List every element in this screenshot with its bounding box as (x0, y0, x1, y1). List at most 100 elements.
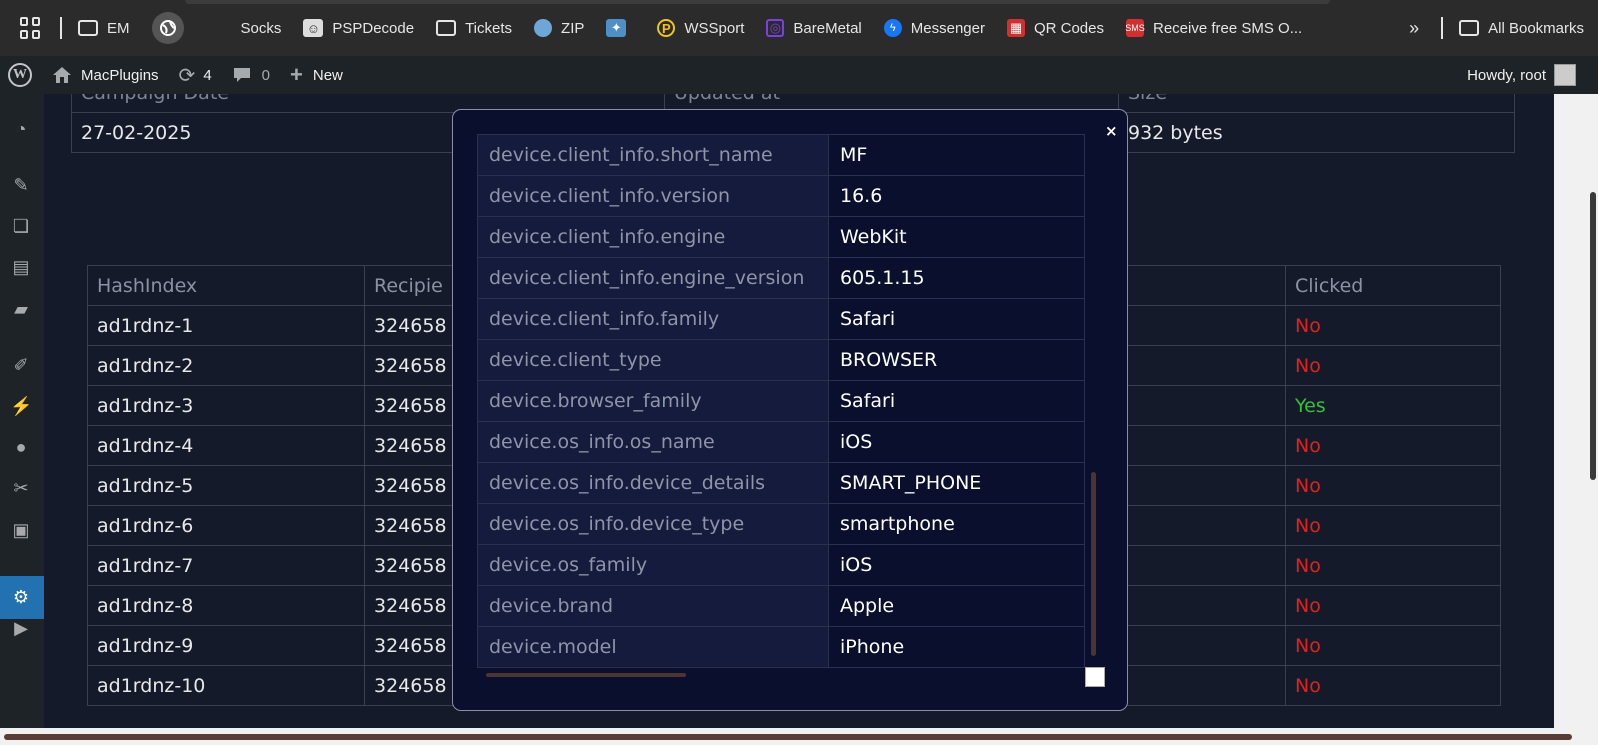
value-cell: iPhone (828, 626, 1085, 668)
folder-icon (1459, 20, 1480, 36)
globe-icon (151, 12, 184, 44)
bookmark-em[interactable]: EM (78, 20, 130, 37)
modal-horizontal-scrollbar[interactable] (486, 673, 686, 677)
key-cell: device.model (477, 626, 829, 668)
settings-sliders-icon[interactable]: ▣ (10, 519, 32, 541)
clicked-cell: No (1285, 505, 1501, 546)
modal-scroll-area[interactable]: device.client_info.short_name MF device.c… (477, 134, 1085, 674)
wordpress-logo-icon[interactable]: W (8, 63, 32, 87)
admin-sidebar: ◔ ✎ ❏ ▤ ▰ ✐ ⚡ ● ✂ ▣ ⚙ ▶ (0, 94, 44, 734)
pages-icon[interactable]: ▤ (10, 256, 32, 278)
hash-cell: ad1rdnz-9 (87, 625, 365, 666)
bookmark-pspdecode[interactable]: ☺ PSPDecode (303, 19, 414, 37)
new-label: New (312, 66, 343, 84)
table-row: device.client_info.version 16.6 (477, 175, 1085, 217)
bookmark-label: Receive free SMS O... (1153, 19, 1303, 37)
socks-icon (212, 19, 232, 37)
bookmark-qr-codes[interactable]: ▦ QR Codes (1006, 19, 1104, 37)
value-cell: smartphone (828, 503, 1085, 545)
site-name: MacPlugins (81, 66, 159, 84)
media-icon[interactable]: ❏ (10, 215, 32, 237)
bookmark-label: BareMetal (793, 19, 862, 37)
bookmark-messenger[interactable]: ϟ Messenger (883, 19, 985, 37)
appearance-icon[interactable]: ✐ (10, 354, 32, 376)
wssport-icon: P (657, 19, 676, 37)
comments-link[interactable]: 0 (232, 66, 270, 84)
table-row: device.os_info.os_name iOS (477, 421, 1085, 463)
clicked-cell: No (1285, 345, 1501, 386)
hash-cell: ad1rdnz-6 (87, 505, 365, 546)
key-cell: device.client_info.family (477, 298, 829, 340)
table-row: device.os_info.device_details SMART_PHONE (477, 462, 1085, 504)
scrollbar-thumb[interactable] (1590, 192, 1596, 480)
key-cell: device.client_type (477, 339, 829, 381)
posts-pin-icon[interactable]: ✎ (10, 174, 32, 196)
value-cell: SMART_PHONE (828, 462, 1085, 504)
key-cell: device.os_family (477, 544, 829, 586)
all-bookmarks-button[interactable]: All Bookmarks (1459, 20, 1584, 37)
folder-icon (78, 20, 98, 36)
messenger-icon: ϟ (883, 19, 902, 37)
key-cell: device.os_info.os_name (477, 421, 829, 463)
clicked-cell: No (1285, 305, 1501, 346)
apps-grid-icon[interactable] (20, 17, 42, 39)
value-cell: WebKit (828, 216, 1085, 258)
close-icon[interactable]: × (1105, 122, 1118, 140)
bookmark-label: EM (107, 19, 130, 37)
hash-cell: ad1rdnz-4 (87, 425, 365, 466)
key-cell: device.browser_family (477, 380, 829, 422)
hash-cell: ad1rdnz-3 (87, 385, 365, 426)
bookmark-receive-sms[interactable]: SMS Receive free SMS O... (1125, 19, 1303, 37)
hash-cell: ad1rdnz-10 (87, 665, 365, 706)
table-row: device.brand Apple (477, 585, 1085, 627)
home-icon (53, 67, 71, 83)
value-cell: BROWSER (828, 339, 1085, 381)
page-vertical-scrollbar[interactable] (1554, 94, 1598, 728)
avatar (1554, 64, 1576, 86)
users-icon[interactable]: ● (10, 436, 32, 458)
table-row: device.browser_family Safari (477, 380, 1085, 422)
device-details-table: device.client_info.short_name MF device.c… (477, 134, 1085, 668)
puzzle-icon: ✦ (606, 19, 627, 37)
bookmarks-divider (60, 17, 62, 39)
clicked-cell: No (1285, 625, 1501, 666)
col-header: HashIndex (87, 265, 365, 306)
new-content-link[interactable]: + New (290, 62, 343, 88)
bookmark-zip[interactable]: ZIP (534, 19, 584, 37)
site-name-link[interactable]: MacPlugins (52, 66, 159, 84)
bookmark-puzzle[interactable]: ✦ (606, 19, 635, 37)
device-details-modal: × device.client_info.short_name MF device… (452, 109, 1128, 711)
value-cell: 605.1.15 (828, 257, 1085, 299)
bookmark-baremetal[interactable]: ◎ BareMetal (766, 19, 862, 37)
play-icon[interactable]: ▶ (10, 617, 32, 639)
key-cell: device.client_info.engine (477, 216, 829, 258)
bookmarks-divider (1441, 17, 1444, 39)
key-cell: device.brand (477, 585, 829, 627)
clicked-cell: No (1285, 425, 1501, 466)
bookmark-tickets[interactable]: Tickets (436, 20, 512, 37)
page-horizontal-scrollbar[interactable] (0, 728, 1598, 745)
bookmark-globe[interactable] (151, 12, 190, 44)
bookmark-label: Socks (240, 19, 282, 37)
hash-cell: ad1rdnz-2 (87, 345, 365, 386)
gear-icon[interactable]: ⚙ (10, 586, 32, 608)
bookmark-wssport[interactable]: P WSSport (657, 19, 744, 37)
clicked-cell: No (1285, 465, 1501, 506)
account-menu[interactable]: Howdy, root (1467, 64, 1576, 86)
table-row: device.os_info.device_type smartphone (477, 503, 1085, 545)
wp-admin-bar: W MacPlugins ⟳ 4 0 + New Howdy, root (0, 56, 1598, 94)
dashboard-icon[interactable]: ◔ (10, 118, 32, 140)
tools-icon[interactable]: ✂ (10, 477, 32, 499)
more-bookmarks-icon[interactable]: » (1409, 18, 1419, 39)
table-row: device.client_info.short_name MF (477, 134, 1085, 176)
bookmark-label: ZIP (561, 19, 585, 37)
tab-strip-edge (185, 0, 1330, 4)
modal-vertical-scrollbar[interactable] (1091, 472, 1096, 656)
updates-link[interactable]: ⟳ 4 (179, 63, 212, 88)
comments-icon[interactable]: ▰ (10, 298, 32, 320)
scrollbar-thumb[interactable] (4, 734, 1572, 740)
bookmark-socks[interactable]: Socks (212, 19, 282, 37)
plugins-icon[interactable]: ⚡ (10, 395, 32, 417)
table-row: device.os_family iOS (477, 544, 1085, 586)
bookmarks-right: » All Bookmarks (1409, 17, 1584, 39)
